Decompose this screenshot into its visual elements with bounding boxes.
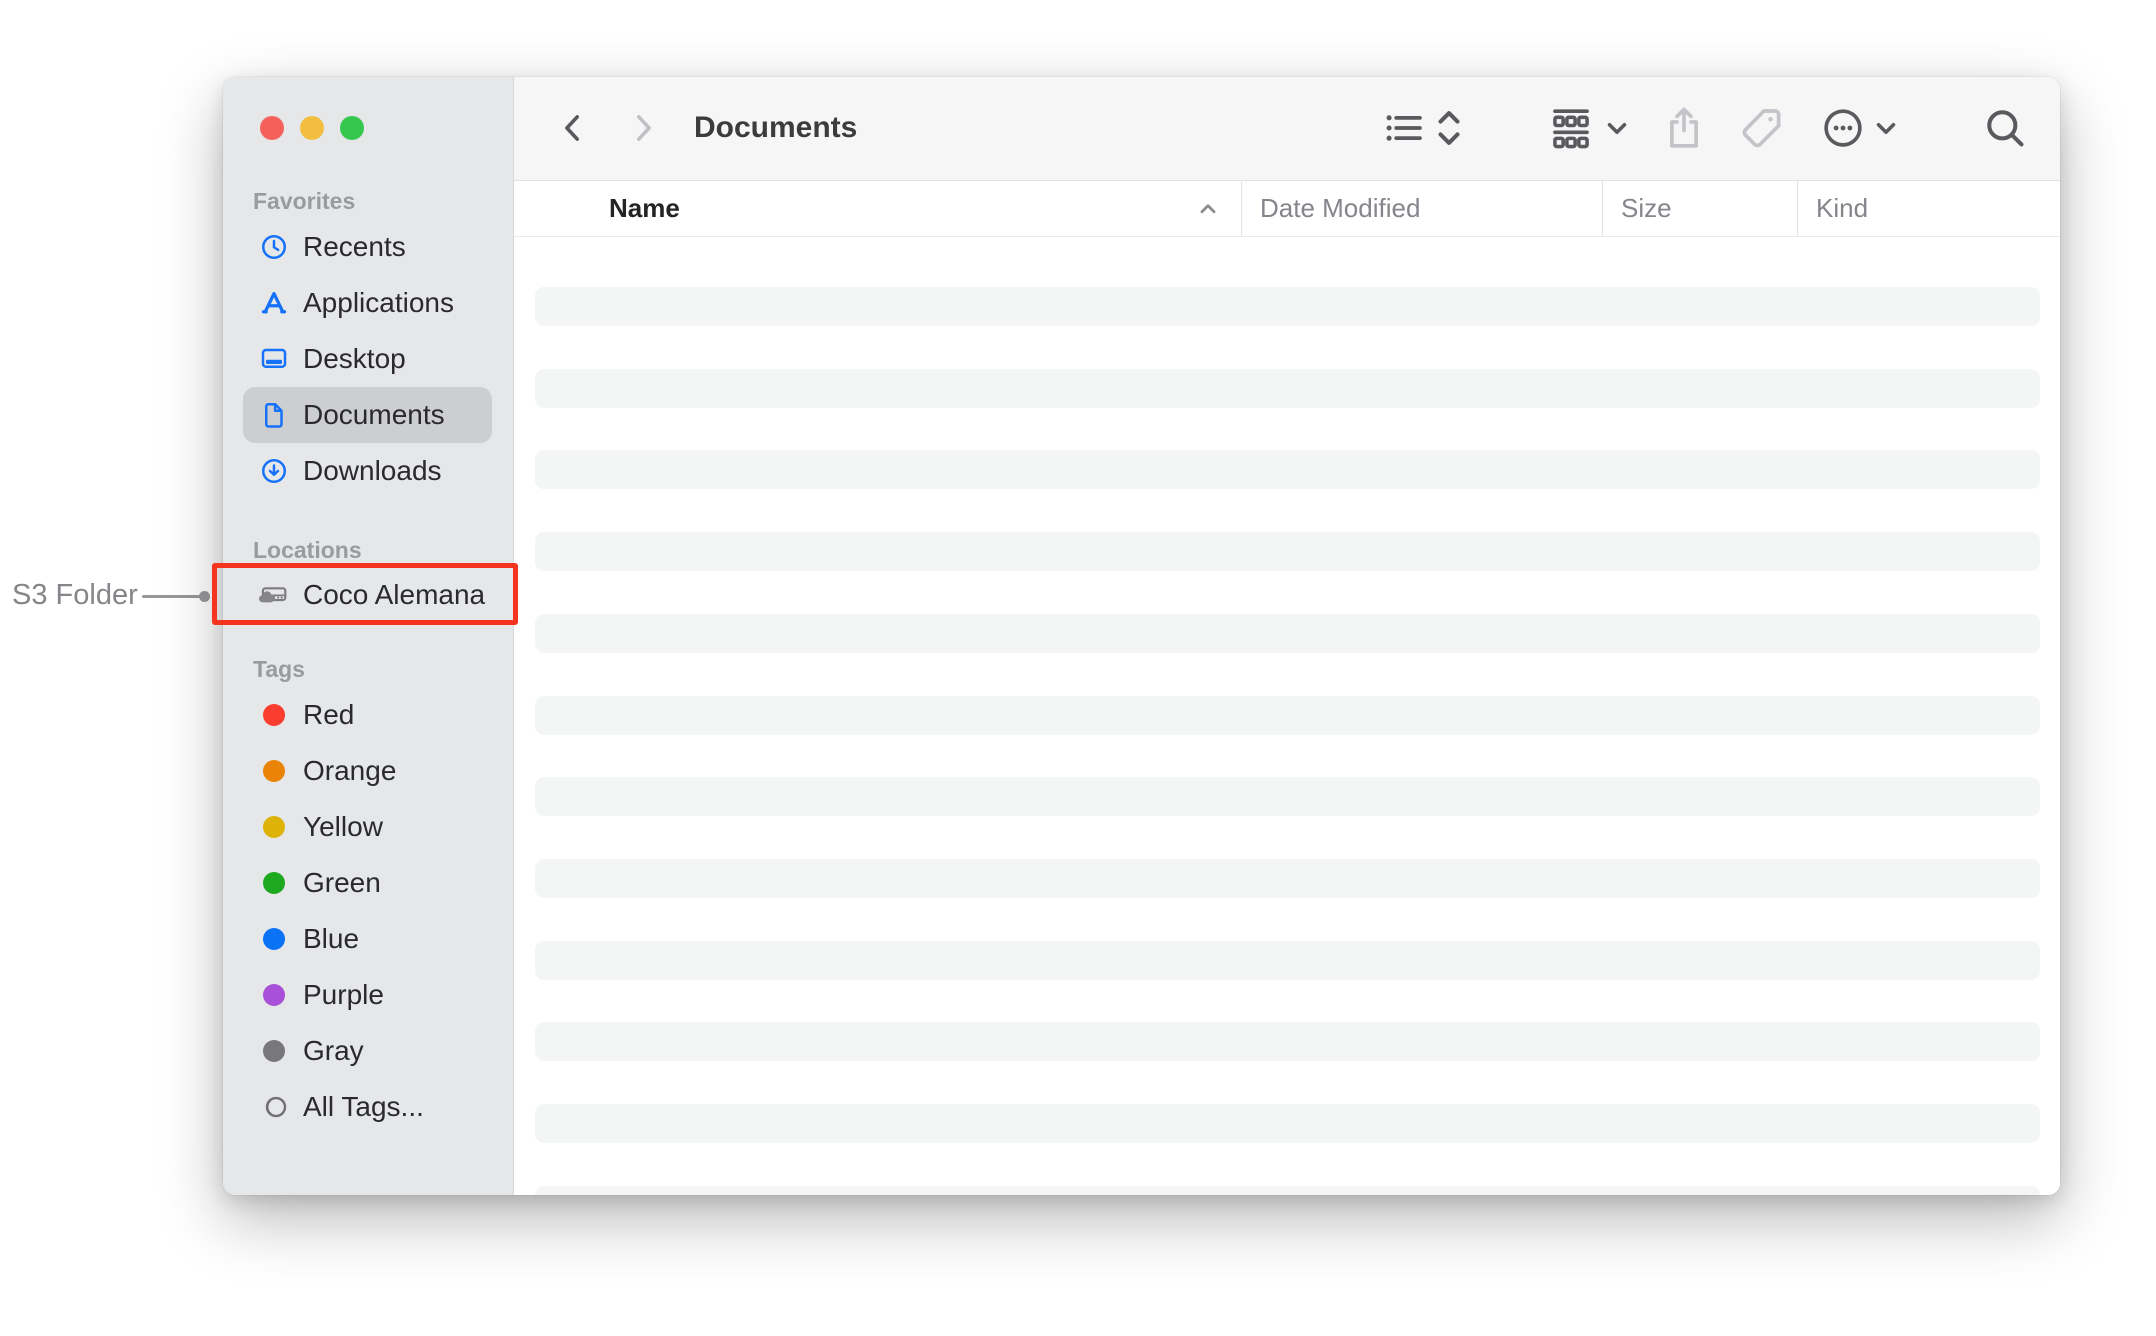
red-tag-dot-icon: [259, 700, 289, 730]
sidebar-item-label: Recents: [303, 231, 406, 263]
sidebar-section-tags: Tags: [253, 655, 513, 683]
finder-window: Favorites Recents: [223, 77, 2060, 1195]
placeholder-row[interactable]: [535, 1022, 2040, 1061]
gray-tag-dot-icon: [259, 1036, 289, 1066]
column-header-row: Name Date Modified Size Kind: [514, 181, 2060, 237]
sidebar-item-label: Purple: [303, 979, 384, 1011]
placeholder-row[interactable]: [535, 450, 2040, 489]
sidebar-item-recents[interactable]: Recents: [243, 219, 492, 275]
back-button[interactable]: [555, 110, 591, 146]
sidebar-section-locations: Locations: [253, 536, 513, 564]
main-panel: Documents: [514, 77, 2060, 1195]
sidebar-item-documents[interactable]: Documents: [243, 387, 492, 443]
sidebar-item-label: Downloads: [303, 455, 442, 487]
sidebar-item-tag-orange[interactable]: Orange: [243, 743, 492, 799]
desktop-icon: [259, 344, 289, 374]
sidebar-content: Favorites Recents: [223, 173, 513, 1135]
column-header-size[interactable]: Size: [1602, 181, 1797, 236]
sidebar-item-tag-yellow[interactable]: Yellow: [243, 799, 492, 855]
blue-tag-dot-icon: [259, 924, 289, 954]
download-circle-icon: [259, 456, 289, 486]
annotation-s3-folder-label: S3 Folder: [12, 579, 138, 612]
view-sort-control-icon[interactable]: [1432, 106, 1466, 150]
placeholder-row[interactable]: [535, 369, 2040, 408]
sidebar-item-downloads[interactable]: Downloads: [243, 443, 492, 499]
placeholder-row[interactable]: [535, 941, 2040, 980]
sidebar-item-label: Documents: [303, 399, 445, 431]
sidebar-item-desktop[interactable]: Desktop: [243, 331, 492, 387]
sidebar-item-applications[interactable]: Applications: [243, 275, 492, 331]
zoom-button[interactable]: [340, 116, 364, 140]
window-controls: [260, 116, 364, 140]
placeholder-row[interactable]: [535, 859, 2040, 898]
sidebar-item-label: Red: [303, 699, 354, 731]
annotation-highlight-box: [212, 563, 518, 625]
all-tags-icon: [259, 1092, 289, 1122]
orange-tag-dot-icon: [259, 756, 289, 786]
group-view-icon[interactable]: [1546, 103, 1596, 153]
share-icon[interactable]: [1662, 103, 1706, 153]
minimize-button[interactable]: [300, 116, 324, 140]
sidebar-item-tag-gray[interactable]: Gray: [243, 1023, 492, 1079]
sidebar-item-tag-purple[interactable]: Purple: [243, 967, 492, 1023]
yellow-tag-dot-icon: [259, 812, 289, 842]
column-header-name[interactable]: Name: [514, 181, 1241, 236]
column-header-kind[interactable]: Kind: [1797, 181, 2060, 236]
forward-button[interactable]: [625, 110, 661, 146]
green-tag-dot-icon: [259, 868, 289, 898]
sidebar-item-label: Desktop: [303, 343, 406, 375]
annotation-pointer-line: [142, 595, 201, 598]
group-view-caret-icon[interactable]: [1604, 115, 1630, 141]
sidebar-item-label: All Tags...: [303, 1091, 424, 1123]
search-icon[interactable]: [1982, 105, 2028, 151]
sidebar-item-tag-red[interactable]: Red: [243, 687, 492, 743]
placeholder-row[interactable]: [535, 696, 2040, 735]
window-title: Documents: [694, 111, 857, 145]
sidebar-item-label: Gray: [303, 1035, 364, 1067]
sidebar-section-favorites: Favorites: [253, 187, 513, 215]
file-list: [514, 237, 2060, 1195]
document-icon: [259, 400, 289, 430]
close-button[interactable]: [260, 116, 284, 140]
sidebar-item-tag-blue[interactable]: Blue: [243, 911, 492, 967]
column-header-date-modified[interactable]: Date Modified: [1241, 181, 1602, 236]
sidebar-item-all-tags[interactable]: All Tags...: [243, 1079, 492, 1135]
sidebar-item-label: Orange: [303, 755, 396, 787]
placeholder-row[interactable]: [535, 777, 2040, 816]
more-actions-icon[interactable]: [1820, 105, 1866, 151]
more-actions-caret-icon[interactable]: [1873, 115, 1899, 141]
placeholder-row[interactable]: [535, 287, 2040, 326]
tags-group: Red Orange Yellow Green Blue: [223, 687, 513, 1135]
favorites-group: Recents Applications: [223, 219, 513, 499]
annotation-pointer-dot: [199, 591, 210, 602]
tags-icon[interactable]: [1738, 104, 1786, 152]
clock-icon: [259, 232, 289, 262]
sidebar: Favorites Recents: [223, 77, 514, 1195]
sidebar-item-tag-green[interactable]: Green: [243, 855, 492, 911]
placeholder-row[interactable]: [535, 614, 2040, 653]
placeholder-row[interactable]: [535, 1186, 2040, 1195]
app-store-icon: [259, 288, 289, 318]
sidebar-item-label: Applications: [303, 287, 454, 319]
sidebar-item-label: Yellow: [303, 811, 383, 843]
placeholder-row[interactable]: [535, 1104, 2040, 1143]
list-view-icon[interactable]: [1382, 106, 1426, 150]
placeholder-row[interactable]: [535, 532, 2040, 571]
sidebar-item-label: Blue: [303, 923, 359, 955]
sort-ascending-icon: [1197, 198, 1219, 220]
sidebar-item-label: Green: [303, 867, 381, 899]
toolbar: Documents: [514, 77, 2060, 181]
purple-tag-dot-icon: [259, 980, 289, 1010]
